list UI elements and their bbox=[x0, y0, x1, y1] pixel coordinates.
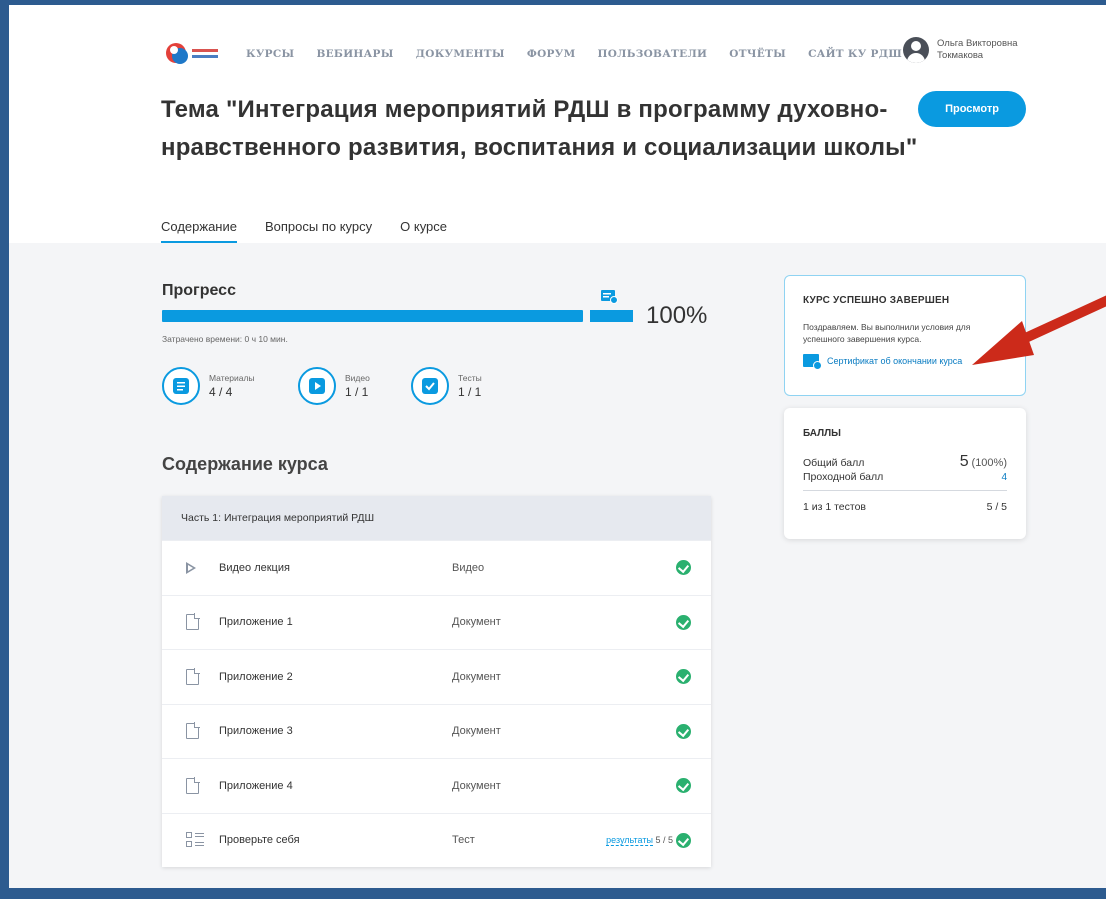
item-type: Документ bbox=[452, 670, 501, 683]
tests-icon bbox=[411, 367, 449, 405]
stat-materials: Материалы 4 / 4 bbox=[162, 367, 298, 405]
document-icon bbox=[186, 613, 200, 631]
nav-link-users[interactable]: ПОЛЬЗОВАТЕЛИ bbox=[598, 48, 708, 60]
check-icon bbox=[676, 778, 691, 794]
list-item[interactable]: Приложение 2 Документ bbox=[162, 649, 711, 704]
document-icon bbox=[186, 667, 200, 685]
score-title: БАЛЛЫ bbox=[803, 428, 841, 439]
view-button[interactable]: Просмотр bbox=[918, 91, 1026, 127]
red-arrow-annotation bbox=[972, 295, 1106, 365]
top-navigation: КУРСЫ ВЕБИНАРЫ ДОКУМЕНТЫ ФОРУМ ПОЛЬЗОВАТ… bbox=[164, 38, 902, 70]
nav-link-webinars[interactable]: ВЕБИНАРЫ bbox=[316, 48, 393, 60]
tab-questions[interactable]: Вопросы по курсу bbox=[265, 219, 372, 243]
course-content-list: Часть 1: Интеграция мероприятий РДШ Виде… bbox=[162, 496, 711, 867]
nav-links: КУРСЫ ВЕБИНАРЫ ДОКУМЕНТЫ ФОРУМ ПОЛЬЗОВАТ… bbox=[246, 48, 902, 60]
stat-value: 4 / 4 bbox=[209, 385, 233, 399]
tests-row: 1 из 1 тестов 5 / 5 bbox=[803, 501, 1007, 513]
results-score: 5 / 5 bbox=[655, 835, 673, 846]
document-icon bbox=[186, 776, 200, 794]
play-icon bbox=[186, 561, 196, 574]
total-score-percent: (100%) bbox=[971, 457, 1007, 469]
browser-frame: КУРСЫ ВЕБИНАРЫ ДОКУМЕНТЫ ФОРУМ ПОЛЬЗОВАТ… bbox=[9, 5, 1106, 888]
check-icon bbox=[676, 723, 691, 739]
item-type: Документ bbox=[452, 725, 501, 738]
list-item[interactable]: Видео лекция Видео bbox=[162, 540, 711, 595]
pass-score-label: Проходной балл bbox=[803, 471, 884, 483]
total-score-label: Общий балл bbox=[803, 457, 865, 469]
nav-link-documents[interactable]: ДОКУМЕНТЫ bbox=[416, 48, 505, 60]
nav-link-site[interactable]: САЙТ КУ РДШ bbox=[808, 48, 902, 60]
nav-link-courses[interactable]: КУРСЫ bbox=[246, 48, 294, 60]
user-menu[interactable]: Ольга Викторовна Токмакова bbox=[903, 37, 1018, 63]
pass-score-row: Проходной балл 4 bbox=[803, 471, 1007, 483]
progress-bar-end bbox=[590, 310, 633, 322]
progress-bar bbox=[162, 310, 583, 322]
test-icon bbox=[186, 831, 204, 849]
page-title: Тема "Интеграция мероприятий РДШ в прогр… bbox=[161, 96, 918, 161]
progress-percent: 100% bbox=[646, 302, 708, 329]
section-header[interactable]: Часть 1: Интеграция мероприятий РДШ bbox=[162, 496, 711, 540]
tests-label: 1 из 1 тестов bbox=[803, 501, 866, 513]
item-name: Приложение 1 bbox=[219, 616, 293, 629]
document-icon bbox=[186, 722, 200, 740]
item-name: Проверьте себя bbox=[219, 834, 300, 847]
stat-value: 1 / 1 bbox=[458, 385, 482, 399]
stat-tests: Тесты 1 / 1 bbox=[411, 367, 482, 405]
pass-score-value: 4 bbox=[1001, 472, 1007, 483]
check-icon bbox=[676, 669, 691, 685]
item-type: Документ bbox=[452, 779, 501, 792]
certificate-icon bbox=[601, 290, 618, 304]
course-content-title: Содержание курса bbox=[162, 454, 328, 474]
check-icon bbox=[676, 560, 691, 576]
tab-content[interactable]: Содержание bbox=[161, 219, 237, 243]
stat-label: Тесты bbox=[458, 373, 482, 383]
list-item[interactable]: Приложение 3 Документ bbox=[162, 703, 711, 759]
user-avatar-icon bbox=[903, 37, 929, 63]
item-name: Видео лекция bbox=[219, 561, 290, 574]
stat-video: Видео 1 / 1 bbox=[298, 367, 411, 405]
stat-value: 1 / 1 bbox=[345, 385, 369, 399]
stat-label: Материалы bbox=[209, 373, 255, 383]
course-tabs: Содержание Вопросы по курсу О курсе bbox=[161, 219, 447, 243]
test-results: результаты 5 / 5 bbox=[606, 835, 673, 847]
item-type: Документ bbox=[452, 616, 501, 629]
results-link[interactable]: результаты bbox=[606, 835, 653, 847]
item-name: Приложение 3 bbox=[219, 725, 293, 738]
list-item[interactable]: Приложение 1 Документ bbox=[162, 594, 711, 650]
item-name: Приложение 2 bbox=[219, 670, 293, 683]
list-item[interactable]: Проверьте себя Тест результаты 5 / 5 bbox=[162, 812, 711, 868]
tests-value: 5 / 5 bbox=[986, 501, 1007, 513]
progress-stats: Материалы 4 / 4 Видео 1 / 1 Тесты 1 / 1 bbox=[162, 367, 482, 405]
stat-label: Видео bbox=[345, 373, 370, 383]
item-name: Приложение 4 bbox=[219, 779, 293, 792]
total-score-value: 5 bbox=[959, 453, 969, 470]
total-score-row: Общий балл 5 (100%) bbox=[803, 453, 1007, 471]
divider bbox=[803, 490, 1007, 491]
certificate-link-label: Сертификат об окончании курса bbox=[827, 355, 963, 366]
item-type: Видео bbox=[452, 561, 485, 574]
materials-icon bbox=[162, 367, 200, 405]
nav-link-reports[interactable]: ОТЧЁТЫ bbox=[729, 48, 786, 60]
progress-title: Прогресс bbox=[162, 282, 236, 299]
score-card: БАЛЛЫ Общий балл 5 (100%) Проходной балл… bbox=[784, 408, 1026, 539]
tab-about[interactable]: О курсе bbox=[400, 219, 447, 243]
time-spent: Затрачено времени: 0 ч 10 мин. bbox=[162, 334, 288, 344]
user-name: Ольга Викторовна Токмакова bbox=[937, 38, 1018, 61]
certificate-icon bbox=[803, 354, 822, 370]
item-type: Тест bbox=[452, 834, 475, 847]
check-icon bbox=[676, 614, 691, 630]
video-icon bbox=[298, 367, 336, 405]
list-item[interactable]: Приложение 4 Документ bbox=[162, 758, 711, 813]
rdsh-logo[interactable] bbox=[164, 40, 224, 68]
nav-link-forum[interactable]: ФОРУМ bbox=[527, 48, 576, 60]
check-icon bbox=[676, 832, 691, 848]
